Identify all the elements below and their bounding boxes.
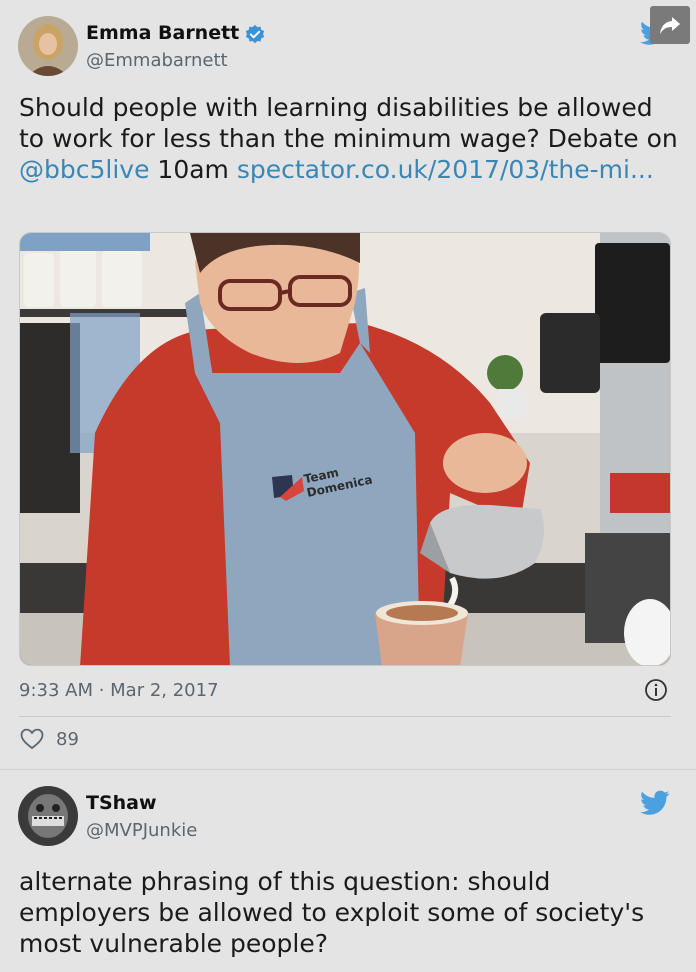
author-handle[interactable]: @MVPJunkie	[86, 820, 197, 841]
info-icon[interactable]	[644, 678, 668, 702]
tweet-photo[interactable]: Team Domenica	[19, 232, 671, 666]
avatar-tshaw[interactable]	[18, 786, 78, 846]
tweet-text: alternate phrasing of this question: sho…	[19, 867, 645, 958]
url-link[interactable]: spectator.co.uk/2017/03/the-mi...	[237, 155, 654, 184]
author-name[interactable]: Emma Barnett	[86, 22, 239, 44]
heart-icon	[20, 728, 44, 750]
like-button[interactable]: 89	[20, 728, 79, 750]
twitter-bird-icon[interactable]	[640, 790, 670, 816]
author-handle[interactable]: @Emmabarnett	[86, 50, 228, 71]
author-name[interactable]: TShaw	[86, 792, 157, 814]
avatar-emma[interactable]	[18, 16, 78, 76]
tweet-card-tshaw: TShaw @MVPJunkie alternate phrasing of t…	[0, 770, 696, 972]
tweet-text: Should people with learning disabilities…	[19, 92, 679, 185]
divider	[19, 716, 671, 717]
mention-link[interactable]: @bbc5live	[19, 155, 149, 184]
share-icon	[660, 17, 680, 34]
tweet-card-emma: Emma Barnett @Emmabarnett Should people …	[0, 0, 696, 770]
share-button[interactable]	[650, 6, 690, 44]
tweet-text-body: Should people with learning disabilities…	[19, 93, 678, 153]
verified-badge-icon	[245, 24, 265, 44]
tweet-text-time: 10am	[149, 155, 237, 184]
tweet-timestamp[interactable]: 9:33 AM · Mar 2, 2017	[19, 680, 219, 701]
like-count: 89	[56, 728, 79, 750]
